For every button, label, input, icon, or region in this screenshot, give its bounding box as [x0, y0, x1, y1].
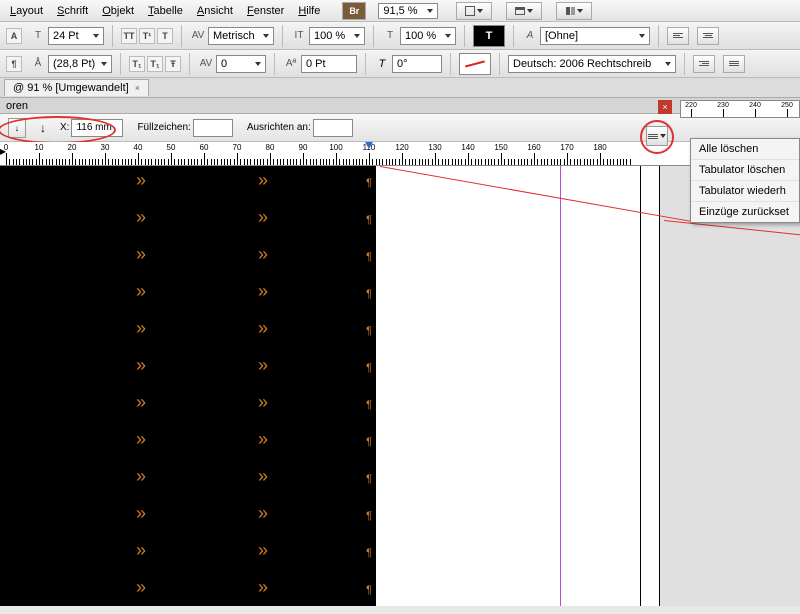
table-row: nland»Mark»5,94573¶: [0, 281, 376, 318]
table-row: Land»Währung»1 Euro =¶: [0, 170, 376, 207]
font-size-field[interactable]: 24 Pt: [48, 27, 104, 45]
leading-icon: Å: [30, 56, 46, 72]
menu-objekt[interactable]: Objekt: [96, 3, 140, 19]
menu-layout[interactable]: LLayoutayout: [4, 3, 49, 19]
tab-fill-label: Füllzeichen:: [137, 122, 190, 133]
chevron-down-icon: [477, 9, 483, 13]
arrange-button[interactable]: [556, 2, 592, 20]
menu-ansicht[interactable]: Ansicht: [191, 3, 239, 19]
close-icon[interactable]: ×: [135, 83, 140, 93]
menu-tabelle[interactable]: Tabelle: [142, 3, 189, 19]
panel-menu-button[interactable]: [646, 126, 668, 146]
chevron-down-icon: [577, 9, 583, 13]
position-buttons[interactable]: T₁T₁Ŧ: [129, 56, 181, 72]
margin-guide: [640, 166, 641, 606]
text-frame[interactable]: Land»Währung»1 Euro =¶elgien»Franc»40,33…: [0, 166, 376, 606]
skew-icon: T: [374, 56, 390, 72]
table-row: rtugal»Escudo»200,482¶: [0, 540, 376, 577]
table-row: elgien»Franc»40,3399¶: [0, 207, 376, 244]
charstyle-field[interactable]: [Ohne]: [540, 27, 650, 45]
menu-item[interactable]: Tabulator wiederh: [691, 181, 799, 202]
tab-align-label: Ausrichten an:: [247, 122, 311, 133]
table-row: eutschland»Mark»1,95583¶: [0, 244, 376, 281]
tracking-icon: AV: [198, 56, 214, 72]
table-row: xemburg»Franc»40,3399¶: [0, 466, 376, 503]
tab-align-field[interactable]: [313, 119, 353, 137]
bridge-button[interactable]: Br: [342, 2, 366, 20]
tabs-panel-controls: ↓ ↓ X: Füllzeichen: Ausrichten an:: [0, 114, 800, 142]
kerning-icon: AV: [190, 28, 206, 44]
page: Land»Währung»1 Euro =¶elgien»Franc»40,33…: [0, 166, 660, 606]
zoom-field[interactable]: 91,5 %: [378, 3, 438, 19]
para-format-toggle[interactable]: ¶: [6, 56, 22, 72]
align-center-button[interactable]: [697, 27, 719, 45]
baseline-icon: Aª: [283, 56, 299, 72]
table-row: anien»Peseta»166,386¶: [0, 577, 376, 614]
tabs-panel-menu: Alle löschenTabulator löschenTabulator w…: [690, 138, 800, 223]
baseline-field[interactable]: 0 Pt: [301, 55, 357, 73]
tab-fill-field[interactable]: [193, 119, 233, 137]
tab-ruler[interactable]: 0102030405060708090100110120130140150160…: [0, 142, 800, 166]
table-row: lien»Lira»1936,27¶: [0, 429, 376, 466]
hscale-field[interactable]: 100 %: [400, 27, 456, 45]
document-area: Land»Währung»1 Euro =¶elgien»Franc»40,33…: [0, 166, 800, 606]
hscale-icon: T: [382, 28, 398, 44]
menu-item[interactable]: Alle löschen: [691, 139, 799, 160]
font-size-icon: T: [30, 28, 46, 44]
control-bar-paragraph: ¶ Å(28,8 Pt) T₁T₁Ŧ AV0 Aª0 Pt T0° Deutsc…: [0, 50, 800, 78]
leading-field[interactable]: (28,8 Pt): [48, 55, 112, 73]
tracking-field[interactable]: 0: [216, 55, 266, 73]
typecase-buttons[interactable]: TTT¹T: [121, 28, 173, 44]
charstyle-icon: A: [522, 28, 538, 44]
control-bar-character: A T24 Pt TTT¹T AVMetrisch IT100 % T100 %…: [0, 22, 800, 50]
stroke-swatch[interactable]: [459, 53, 491, 75]
table-row: and»Pfund»0,787564¶: [0, 392, 376, 429]
align-right-button[interactable]: [693, 55, 715, 73]
char-format-toggle[interactable]: A: [6, 28, 22, 44]
chevron-down-icon: [660, 134, 666, 138]
table-row: ankreich»Franc»6,55957¶: [0, 318, 376, 355]
screen-mode-button[interactable]: [506, 2, 542, 20]
skew-field[interactable]: 0°: [392, 55, 442, 73]
align-left-button[interactable]: [667, 27, 689, 45]
document-tab[interactable]: @ 91 % [Umgewandelt]×: [4, 79, 149, 96]
menu-schrift[interactable]: Schrift: [51, 3, 94, 19]
down-arrow-icon: ↓: [40, 121, 46, 135]
column-guide: [560, 166, 561, 606]
kerning-field[interactable]: Metrisch: [208, 27, 274, 45]
document-tab-bar: @ 91 % [Umgewandelt]×: [0, 78, 800, 98]
chevron-down-icon: [427, 9, 433, 13]
menu-hilfe[interactable]: Hilfe: [292, 3, 326, 19]
menu-item[interactable]: Tabulator löschen: [691, 160, 799, 181]
chevron-down-icon: [527, 9, 533, 13]
tab-x-field[interactable]: [71, 119, 123, 137]
fill-swatch[interactable]: T: [473, 25, 505, 47]
view-options-1[interactable]: [456, 2, 492, 20]
justify-button[interactable]: [723, 55, 745, 73]
language-field[interactable]: Deutsch: 2006 Rechtschreib: [508, 55, 676, 73]
table-row: sterreich»Schilling»13,7603¶: [0, 503, 376, 540]
tab-align-type-button[interactable]: ↓: [8, 118, 26, 138]
vscale-field[interactable]: 100 %: [309, 27, 365, 45]
tab-x-label: X:: [60, 122, 69, 133]
table-row: olland»Gulden»2,20371¶: [0, 355, 376, 392]
menu-fenster[interactable]: Fenster: [241, 3, 290, 19]
panel-close-button[interactable]: ×: [658, 100, 672, 114]
menu-bar: LLayoutayout Schrift Objekt Tabelle Ansi…: [0, 0, 800, 22]
tab-marker[interactable]: [365, 142, 373, 149]
vscale-icon: IT: [291, 28, 307, 44]
menu-item[interactable]: Einzüge zurückset: [691, 202, 799, 222]
top-page-ruler: 220230240250: [680, 100, 800, 118]
